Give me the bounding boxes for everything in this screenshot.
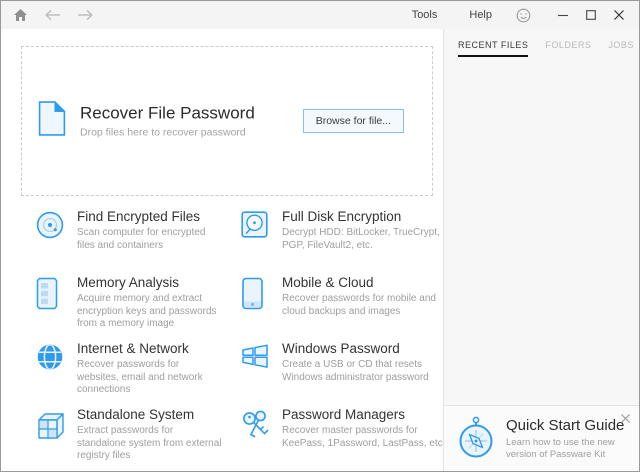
tile-title: Internet & Network <box>77 341 223 356</box>
back-icon[interactable] <box>44 9 61 21</box>
tile-desc: Acquire memory and extract encryption ke… <box>77 293 223 331</box>
minimize-button[interactable] <box>549 1 577 29</box>
browse-for-file-button[interactable]: Browse for file... <box>303 109 404 133</box>
tab-folders[interactable]: FOLDERS <box>545 40 591 57</box>
tab-recent-files[interactable]: RECENT FILES <box>458 40 528 57</box>
tile-full-disk-encryption[interactable]: Full Disk Encryption Decrypt HDD: BitLoc… <box>241 209 436 275</box>
tile-desc: Scan computer for encrypted files and co… <box>77 227 223 252</box>
tile-title: Standalone System <box>77 407 223 422</box>
main-area: Recover File Password Drop files here to… <box>1 29 443 471</box>
tile-memory-analysis[interactable]: Memory Analysis Acquire memory and extra… <box>36 275 241 341</box>
tile-internet-and-network[interactable]: Internet & Network Recover passwords for… <box>36 341 241 407</box>
memory-icon <box>36 277 66 310</box>
document-icon <box>38 101 66 142</box>
tile-desc: Extract passwords for standalone system … <box>77 425 223 463</box>
quick-start-desc: Learn how to use the new version of Pass… <box>506 437 628 461</box>
tile-desc: Recover master passwords for KeePass, 1P… <box>282 425 454 450</box>
tile-title: Memory Analysis <box>77 275 223 290</box>
feature-tiles: Find Encrypted Files Scan computer for e… <box>36 209 436 472</box>
menu-help[interactable]: Help <box>465 9 496 21</box>
feedback-smiley-icon[interactable] <box>516 8 531 23</box>
compass-icon <box>457 415 495 464</box>
tile-desc: Create a USB or CD that resets Windows a… <box>282 359 454 384</box>
dropzone-title: Recover File Password <box>80 104 255 124</box>
sidebar: RECENT FILES FOLDERS JOBS <box>443 29 639 471</box>
quick-start-panel[interactable]: Quick Start Guide Learn how to use the n… <box>444 405 639 471</box>
tile-desc: Recover passwords for mobile and cloud b… <box>282 293 454 318</box>
globe-icon <box>36 343 66 371</box>
titlebar: Tools Help <box>1 1 639 29</box>
dropzone-subtitle: Drop files here to recover password <box>80 127 255 139</box>
tile-title: Password Managers <box>282 407 454 422</box>
disc-icon <box>36 211 66 239</box>
app-window: Tools Help <box>0 0 640 472</box>
mobile-icon <box>241 277 271 310</box>
forward-icon[interactable] <box>77 9 94 21</box>
tile-password-managers[interactable]: Password Managers Recover master passwor… <box>241 407 436 472</box>
hdd-icon <box>241 211 271 238</box>
tile-title: Mobile & Cloud <box>282 275 454 290</box>
tile-mobile-and-cloud[interactable]: Mobile & Cloud Recover passwords for mob… <box>241 275 436 341</box>
home-icon[interactable] <box>13 8 28 22</box>
tile-find-encrypted-files[interactable]: Find Encrypted Files Scan computer for e… <box>36 209 241 275</box>
quick-start-close-icon[interactable] <box>618 411 632 425</box>
tile-desc: Recover passwords for websites, email an… <box>77 359 223 397</box>
file-dropzone[interactable]: Recover File Password Drop files here to… <box>21 46 433 196</box>
tile-standalone-system[interactable]: Standalone System Extract passwords for … <box>36 407 241 472</box>
tile-windows-password[interactable]: Windows Password Create a USB or CD that… <box>241 341 436 407</box>
tile-desc: Decrypt HDD: BitLocker, TrueCrypt, PGP, … <box>282 227 454 252</box>
sidebar-tabs: RECENT FILES FOLDERS JOBS <box>444 29 639 57</box>
tile-title: Full Disk Encryption <box>282 209 454 224</box>
tab-jobs[interactable]: JOBS <box>608 40 634 57</box>
menu-tools[interactable]: Tools <box>408 9 442 21</box>
windows-icon <box>241 343 271 370</box>
close-button[interactable] <box>605 1 633 29</box>
keys-icon <box>241 409 271 439</box>
cube-icon <box>36 409 66 439</box>
tile-title: Windows Password <box>282 341 454 356</box>
quick-start-title: Quick Start Guide <box>506 417 628 434</box>
tile-title: Find Encrypted Files <box>77 209 223 224</box>
maximize-button[interactable] <box>577 1 605 29</box>
